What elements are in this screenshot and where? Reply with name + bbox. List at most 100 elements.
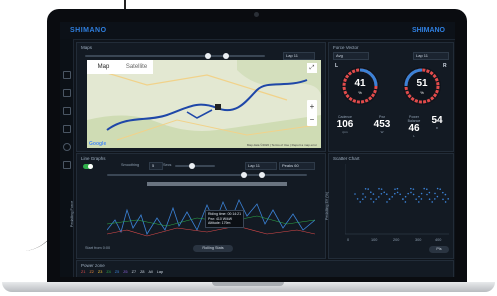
start-from-label: Start from 0:00	[85, 246, 111, 250]
power-zone-item[interactable]: Z6	[123, 270, 127, 274]
zoom-out-button[interactable]: −	[307, 113, 317, 126]
scatter-point	[412, 188, 415, 190]
force-vector-panel: Force Vector Avg Lap 11 L R 41 % 51 % Ca…	[328, 42, 454, 152]
power-zone-item[interactable]: Z7	[132, 270, 136, 274]
scatter-button[interactable]: Pls	[429, 246, 449, 253]
line-range-slider[interactable]	[107, 174, 307, 176]
scatter-point	[423, 187, 425, 190]
scatter-point	[378, 196, 380, 198]
balance-right-unit: R	[435, 126, 439, 130]
smoothing-input[interactable]: 5	[149, 162, 163, 170]
scatter-point	[391, 196, 393, 198]
scatter-point	[356, 198, 359, 200]
balance-right-stat: 54 R	[426, 115, 448, 130]
power-zone-item[interactable]: Z3	[98, 270, 102, 274]
scatter-point	[380, 188, 383, 190]
peaks-select[interactable]: Peaks 60	[279, 162, 315, 170]
line-lap-select[interactable]: Lap 11	[245, 162, 277, 170]
map-slider-knob-start[interactable]	[205, 53, 211, 59]
power-zone-item[interactable]: Z5	[115, 270, 119, 274]
line-graphs-panel: Line Graphs Smoothing 5 Secs Lap 11 Peak…	[70, 153, 326, 259]
line-tooltip: Riding time: 00:14:21 Pwr: 410 W/kW Alti…	[205, 210, 245, 228]
sidebar-document-icon[interactable]	[63, 125, 71, 133]
power-zone-item[interactable]: Lap	[157, 270, 163, 274]
sidebar-grid-icon[interactable]	[63, 71, 71, 79]
sidebar-chart-icon[interactable]	[63, 89, 71, 97]
scatter-x-tick-4: 400	[435, 238, 442, 242]
scatter-point	[439, 188, 441, 191]
zoom-in-button[interactable]: +	[307, 100, 317, 113]
force-vector-title: Force Vector	[333, 45, 359, 50]
gauge-lap-select[interactable]: Lap 11	[413, 52, 449, 60]
power-unit: W	[380, 130, 384, 134]
scatter-point	[375, 198, 377, 200]
cadence-stat: Cadence 106 rpm	[331, 115, 359, 134]
power-zone-item[interactable]: Z1	[81, 270, 85, 274]
map-range-slider[interactable]	[85, 55, 265, 57]
map-view[interactable]: Map Satellite ⤢ + − Google Map data ©202…	[87, 60, 321, 148]
scatter-point	[364, 187, 367, 190]
sidebar-user-icon[interactable]	[63, 143, 71, 151]
power-zone-item[interactable]: Z8	[140, 270, 144, 274]
scatter-point	[428, 191, 431, 194]
scatter-point	[410, 191, 412, 194]
tooltip-riding-time: Riding time: 00:14:21	[208, 212, 242, 216]
line-graphs-title: Line Graphs	[81, 156, 106, 161]
power-zone-items: Z1 Z2 Z3 Z4 Z5 Z6 Z7 Z8 All Lap	[81, 270, 163, 274]
right-leg-label: R	[443, 63, 447, 69]
line-slider-knob-end[interactable]	[259, 172, 265, 178]
balance-label: Power Balance	[407, 115, 421, 123]
scatter-point	[418, 195, 420, 198]
tab-satellite[interactable]: Satellite	[120, 60, 153, 74]
scatter-point	[431, 201, 433, 203]
map-marker-icon[interactable]	[215, 104, 221, 110]
sidebar-list-icon[interactable]	[63, 107, 71, 115]
scatter-title: Scatter Chart	[333, 156, 360, 161]
top-bar: SHIMANO SHIMANO	[60, 22, 455, 40]
right-force-gauge: 51 %	[403, 67, 441, 105]
scatter-point	[364, 196, 367, 198]
line-overview-bar[interactable]	[147, 182, 287, 186]
scatter-point	[380, 193, 383, 195]
fullscreen-icon[interactable]: ⤢	[307, 63, 317, 73]
scatter-point	[415, 198, 417, 200]
rolling-stats-button[interactable]: Rolling Stats	[193, 245, 233, 252]
scatter-point	[372, 201, 375, 203]
scatter-x-tick-3: 300	[415, 238, 422, 242]
scatter-y-label: Pedalling Eff (%)	[325, 191, 330, 221]
left-force-gauge: 41 %	[341, 67, 379, 105]
map-copyright: Map data ©2020 | Terms of Use | Report a…	[246, 143, 317, 147]
scatter-point	[447, 198, 449, 200]
zoom-control: + −	[307, 100, 317, 126]
brand-logo-right: SHIMANO	[411, 27, 445, 34]
power-zone-panel: Power zone Z1 Z2 Z3 Z4 Z5 Z6 Z7 Z8 All Lap	[76, 260, 454, 277]
smoothing-slider-knob[interactable]	[189, 163, 195, 169]
scatter-point	[370, 191, 372, 194]
right-gauge-unit: %	[420, 90, 424, 95]
left-gauge-value: 41	[354, 78, 366, 89]
line-slider-knob-start[interactable]	[241, 172, 247, 178]
scatter-point	[402, 198, 404, 200]
smoothing-label: Smoothing	[121, 163, 140, 167]
power-zone-item[interactable]: All	[149, 270, 153, 274]
balance-left-unit: L	[413, 134, 415, 138]
sidebar-settings-icon[interactable]	[63, 161, 71, 169]
scatter-x-tick-0: 0	[347, 238, 350, 242]
map-slider-knob-end[interactable]	[223, 53, 229, 59]
map-lap-select[interactable]: Lap 11	[283, 52, 315, 60]
scatter-point	[404, 201, 407, 203]
power-zone-item[interactable]: Z2	[89, 270, 93, 274]
tab-map[interactable]: Map	[87, 60, 120, 74]
left-gauge-unit: %	[358, 90, 362, 95]
line-toggle[interactable]	[83, 164, 93, 169]
left-leg-label: L	[335, 63, 339, 69]
scatter-points	[354, 187, 449, 203]
cadence-unit: rpm	[342, 130, 348, 134]
app-screen: SHIMANO SHIMANO Maps Lap 11 Map Satellit…	[60, 22, 455, 277]
power-zone-item[interactable]: Z4	[106, 270, 110, 274]
scatter-point	[388, 198, 391, 200]
scatter-panel: Scatter Chart Pedalling Eff (%) 0 100 20…	[325, 153, 454, 259]
smoothing-slider[interactable]	[175, 165, 215, 167]
avg-select[interactable]: Avg	[333, 52, 369, 60]
scatter-point	[404, 195, 407, 198]
